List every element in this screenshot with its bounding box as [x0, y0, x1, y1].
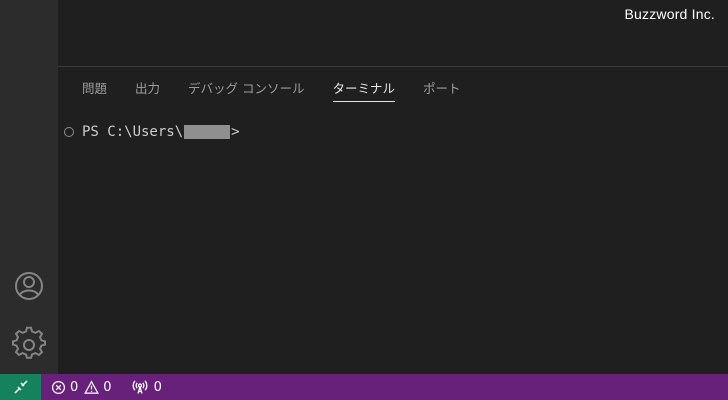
error-icon: [51, 380, 66, 394]
status-bar: 0 0 0: [0, 374, 728, 400]
terminal-prompt: PS C:\Users\ >: [64, 124, 240, 140]
tab-ports[interactable]: ポート: [423, 80, 461, 102]
tab-terminal[interactable]: ターミナル: [332, 80, 396, 102]
remote-icon[interactable]: [0, 374, 41, 400]
problems-indicator[interactable]: 0 0: [51, 380, 118, 395]
activity-bar: [0, 0, 58, 374]
error-count: 0: [70, 379, 79, 395]
redacted-username: [184, 125, 231, 139]
terminal[interactable]: PS C:\Users\ >: [58, 120, 728, 370]
warning-icon: [84, 379, 100, 394]
command-decoration-icon[interactable]: [64, 127, 74, 137]
gear-icon[interactable]: [11, 326, 47, 362]
tab-output[interactable]: 出力: [135, 80, 160, 102]
broadcast-icon: [132, 380, 147, 394]
watermark: Buzzword Inc.: [624, 6, 715, 22]
prompt-path: PS C:\Users\: [82, 124, 184, 140]
tab-debug-console[interactable]: デバッグ コンソール: [188, 80, 304, 102]
account-icon[interactable]: [11, 268, 47, 304]
tab-problems[interactable]: 問題: [82, 80, 107, 102]
warning-count: 0: [103, 379, 112, 395]
ports-count: 0: [153, 379, 162, 395]
ports-indicator[interactable]: 0: [132, 379, 162, 395]
prompt-suffix: >: [231, 124, 240, 140]
bottom-panel: 問題 出力 デバッグ コンソール ターミナル ポート PS C:\Users\ …: [58, 68, 728, 374]
panel-tabs: 問題 出力 デバッグ コンソール ターミナル ポート: [82, 80, 489, 102]
